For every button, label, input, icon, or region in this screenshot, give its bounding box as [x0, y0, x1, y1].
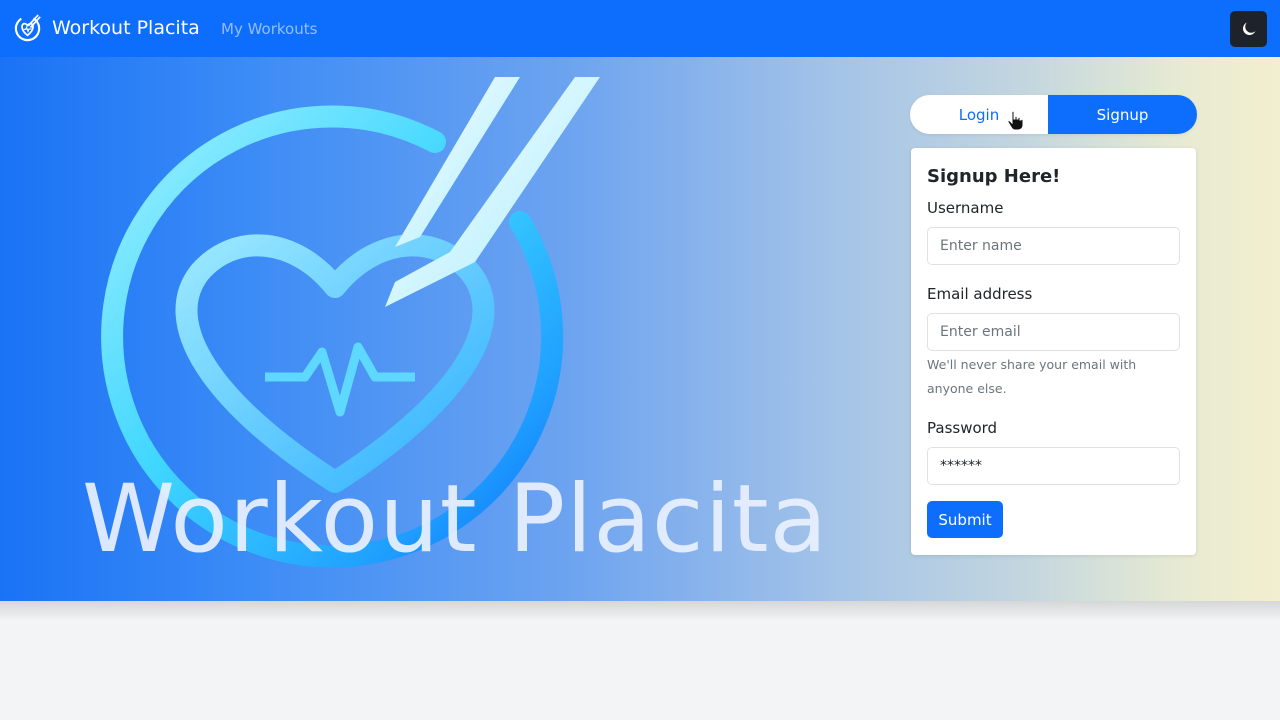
- signup-card: Signup Here! Username Email address We'l…: [911, 148, 1196, 555]
- email-input[interactable]: [927, 313, 1180, 351]
- hand-cursor-icon: [1007, 110, 1024, 131]
- brand-name[interactable]: Workout Placita: [52, 16, 200, 40]
- email-help-text: We'll never share your email with anyone…: [927, 357, 1137, 396]
- tab-login[interactable]: Login: [910, 95, 1048, 134]
- email-label: Email address: [927, 285, 1033, 303]
- theme-toggle-button[interactable]: [1230, 11, 1267, 47]
- signup-title: Signup Here!: [927, 166, 1061, 187]
- password-label: Password: [927, 419, 998, 437]
- username-input[interactable]: [927, 227, 1180, 265]
- password-input[interactable]: [927, 447, 1180, 485]
- tab-signup[interactable]: Signup: [1048, 95, 1197, 134]
- moon-icon: [1242, 22, 1255, 35]
- submit-button[interactable]: Submit: [927, 501, 1003, 538]
- auth-tabs: Login Signup: [910, 95, 1197, 134]
- nav-link-my-workouts[interactable]: My Workouts: [221, 19, 317, 39]
- top-navbar: Workout Placita My Workouts: [0, 0, 1280, 57]
- hero-shadow: [0, 601, 1280, 621]
- hero-title: Workout Placita: [82, 465, 829, 574]
- brand-logo-icon[interactable]: [13, 12, 44, 43]
- username-label: Username: [927, 199, 1004, 217]
